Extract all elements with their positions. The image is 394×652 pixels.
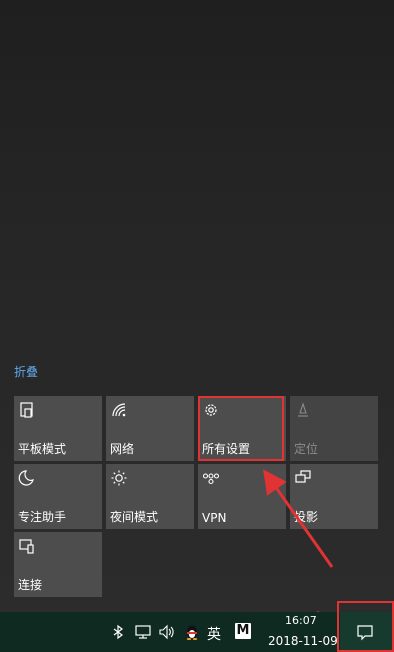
action-center-button[interactable] [340,612,392,652]
clock-time[interactable]: 16:07 [285,614,317,627]
m-app-icon[interactable]: M [235,623,251,639]
volume-icon[interactable] [158,623,176,641]
annotation-arrows [249,469,342,635]
clock-date[interactable]: 2018-11-09 [268,634,338,648]
ime-language-indicator[interactable]: 英 [207,624,221,644]
bluetooth-icon[interactable] [110,623,128,641]
network-tray-icon[interactable] [134,623,152,641]
notification-icon [357,625,373,641]
taskbar: 英 M 16:07 2018-11-09 [0,612,394,652]
arrow-to-settings [263,469,334,568]
qq-penguin-icon[interactable] [183,623,201,641]
